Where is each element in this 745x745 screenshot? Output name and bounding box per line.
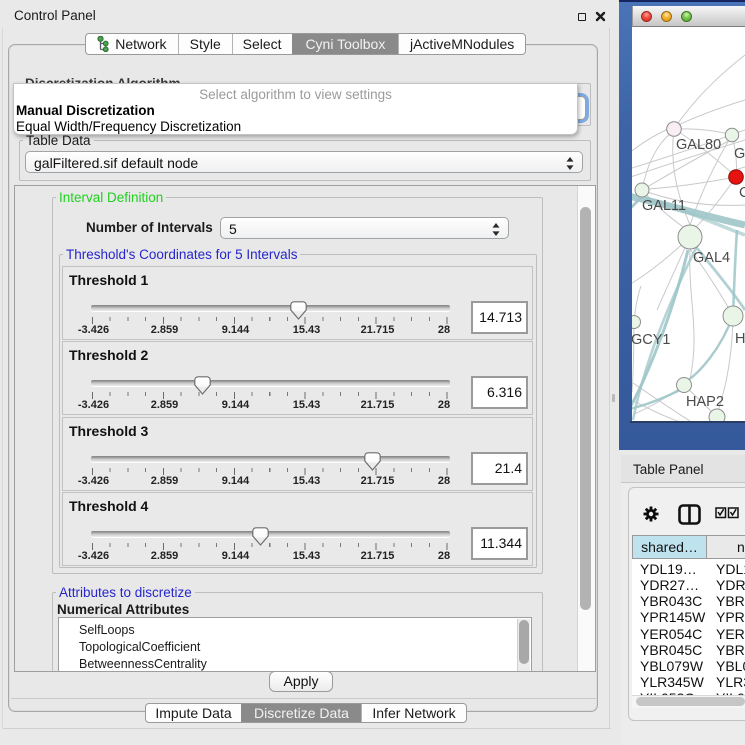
svg-text:GAL4: GAL4	[693, 250, 730, 266]
svg-text:G.: G.	[734, 146, 745, 162]
svg-text:H: H	[735, 331, 745, 347]
svg-text:C: C	[739, 185, 745, 201]
svg-text:GAL80: GAL80	[676, 137, 721, 153]
svg-text:HAP2: HAP2	[686, 394, 724, 410]
svg-text:GCY1: GCY1	[632, 332, 671, 348]
svg-text:GAL11: GAL11	[642, 198, 686, 214]
